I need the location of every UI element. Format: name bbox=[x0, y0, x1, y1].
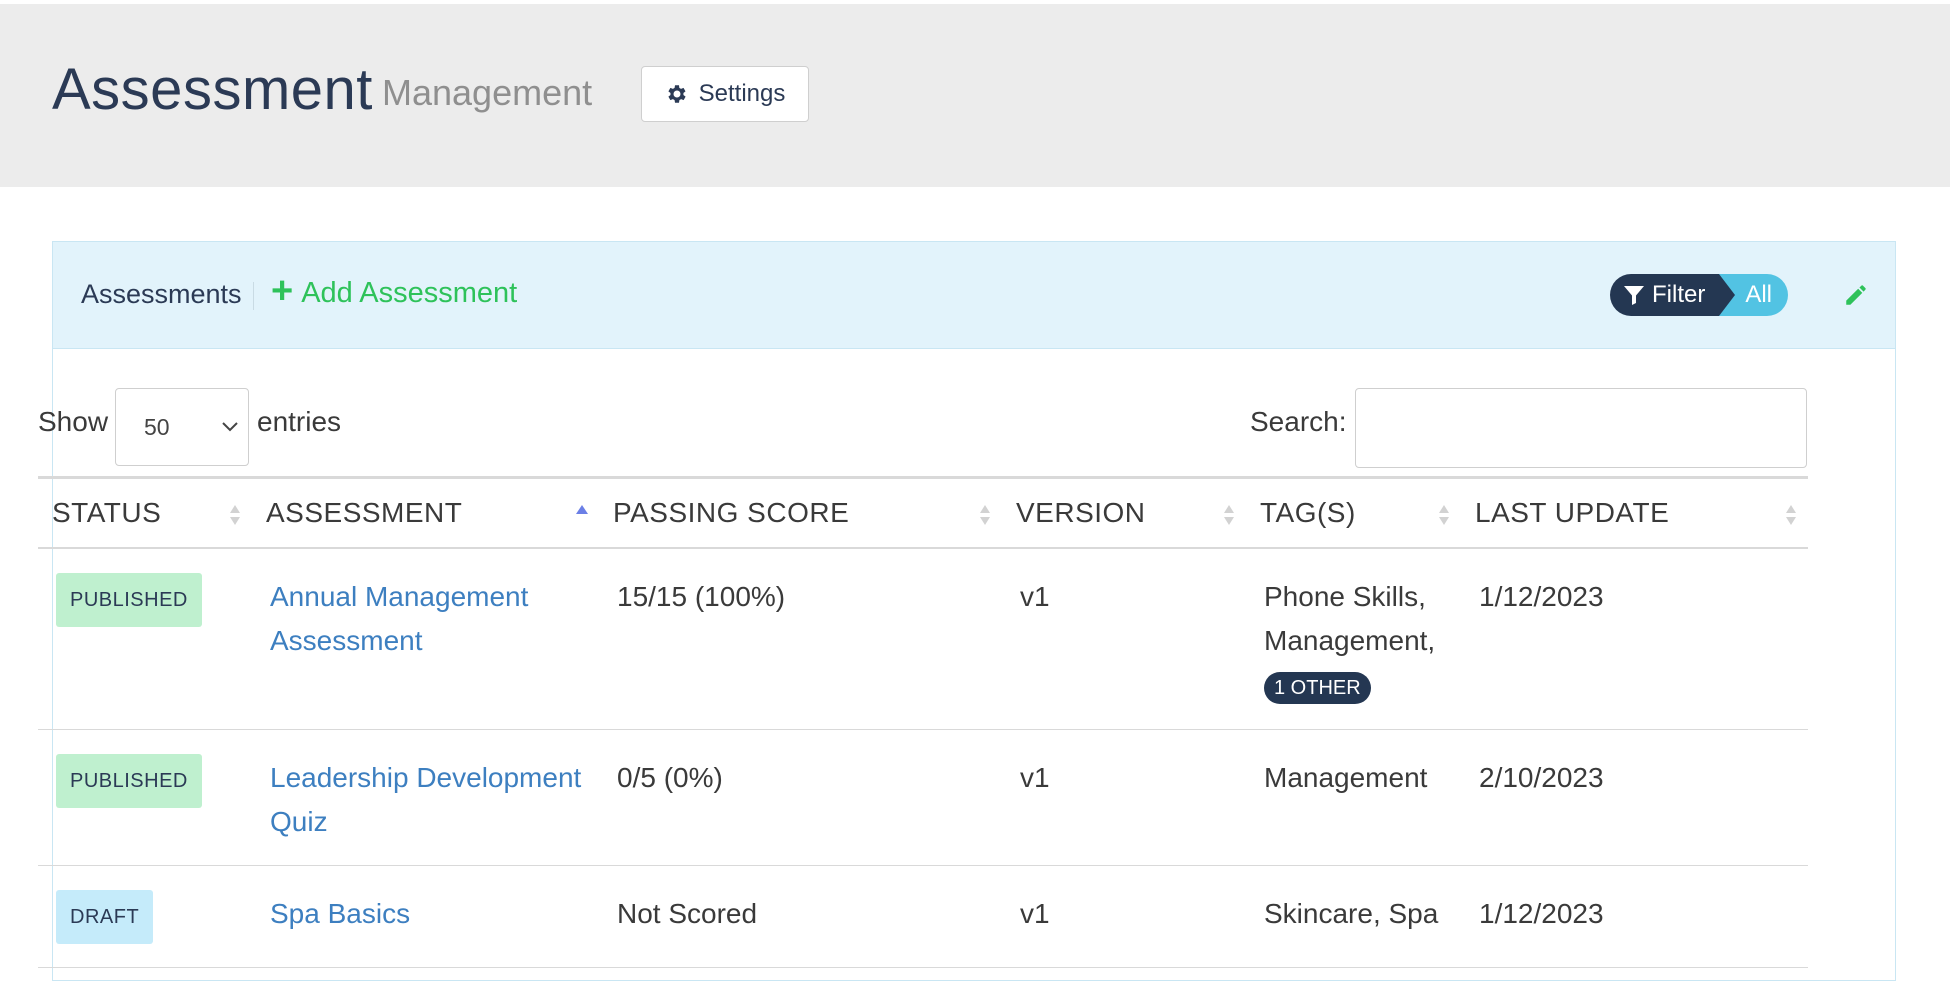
assessment-link[interactable]: Spa Basics bbox=[270, 898, 410, 929]
sort-arrows-icon bbox=[1439, 505, 1449, 525]
show-label: Show bbox=[38, 406, 109, 437]
sort-ascending-icon bbox=[576, 505, 588, 514]
column-header-status[interactable]: STATUS bbox=[38, 476, 252, 549]
sort-arrows-icon bbox=[1786, 505, 1796, 525]
assessment-cell: Spa Basics bbox=[252, 865, 599, 968]
status-cell: DRAFT bbox=[38, 865, 252, 968]
page-length-select[interactable]: 50 bbox=[115, 388, 249, 466]
add-assessment-label: Add Assessment bbox=[301, 277, 518, 309]
tags-text: Phone Skills, Management, bbox=[1264, 580, 1436, 656]
sort-arrows-icon bbox=[1224, 505, 1234, 525]
column-label: ASSESSMENT bbox=[266, 496, 463, 528]
filter-value: All bbox=[1745, 281, 1773, 308]
table-row: PUBLISHED Leadership Development Quiz 0/… bbox=[38, 729, 1808, 866]
column-label: VERSION bbox=[1016, 496, 1146, 528]
column-header-version[interactable]: VERSION bbox=[1002, 476, 1246, 549]
version-cell: v1 bbox=[1002, 547, 1246, 730]
last-update-cell: 1/12/2023 bbox=[1461, 865, 1808, 968]
filter-label: Filter bbox=[1652, 281, 1706, 308]
sort-arrows-icon bbox=[980, 505, 990, 525]
header-divider bbox=[253, 282, 254, 310]
passing-score-cell: 15/15 (100%) bbox=[599, 547, 1002, 730]
assessment-link[interactable]: Leadership Development Quiz bbox=[270, 762, 581, 837]
search-label: Search: bbox=[1250, 406, 1347, 437]
filter-toggle[interactable]: Filter All bbox=[1610, 274, 1789, 316]
assessment-cell: Leadership Development Quiz bbox=[252, 729, 599, 866]
table-header-row: STATUS ASSESSMENT PASSING SCORE VERSION … bbox=[38, 476, 1808, 549]
chevron-down-icon bbox=[222, 422, 238, 432]
status-badge: DRAFT bbox=[56, 890, 154, 944]
passing-score-cell: Not Scored bbox=[599, 865, 1002, 968]
status-cell: PUBLISHED bbox=[38, 547, 252, 730]
status-cell: PUBLISHED bbox=[38, 729, 252, 866]
assessments-table: STATUS ASSESSMENT PASSING SCORE VERSION … bbox=[38, 476, 1808, 968]
add-assessment-button[interactable]: + Add Assessment bbox=[271, 270, 518, 312]
plus-icon: + bbox=[271, 270, 294, 312]
panel-title: Assessments bbox=[81, 279, 242, 309]
column-header-assessment[interactable]: ASSESSMENT bbox=[252, 476, 599, 549]
table-row: PUBLISHED Annual Management Assessment 1… bbox=[38, 547, 1808, 730]
version-cell: v1 bbox=[1002, 729, 1246, 866]
column-label: TAG(S) bbox=[1260, 496, 1356, 528]
search-input[interactable] bbox=[1355, 388, 1807, 468]
last-update-cell: 2/10/2023 bbox=[1461, 729, 1808, 866]
tags-cell: Management bbox=[1246, 729, 1461, 866]
last-update-cell: 1/12/2023 bbox=[1461, 547, 1808, 730]
settings-label: Settings bbox=[698, 80, 786, 107]
funnel-icon bbox=[1624, 286, 1644, 305]
page-subtitle: Management bbox=[382, 72, 593, 113]
page-length-value: 50 bbox=[144, 413, 170, 440]
version-cell: v1 bbox=[1002, 865, 1246, 968]
sort-arrows-icon bbox=[230, 505, 240, 525]
settings-button[interactable]: Settings bbox=[641, 66, 809, 122]
more-tags-badge[interactable]: 1 OTHER bbox=[1264, 671, 1371, 704]
column-header-passing-score[interactable]: PASSING SCORE bbox=[599, 476, 1002, 549]
column-label: LAST UPDATE bbox=[1475, 496, 1670, 528]
status-badge: PUBLISHED bbox=[56, 572, 202, 627]
column-label: PASSING SCORE bbox=[613, 496, 850, 528]
passing-score-cell: 0/5 (0%) bbox=[599, 729, 1002, 866]
column-header-last-update[interactable]: LAST UPDATE bbox=[1461, 476, 1808, 549]
gear-icon bbox=[668, 85, 686, 103]
panel-header: Assessments + Add Assessment Filter All bbox=[53, 242, 1895, 349]
assessment-link[interactable]: Annual Management Assessment bbox=[270, 581, 528, 656]
filter-button[interactable]: Filter bbox=[1610, 274, 1736, 316]
status-badge: PUBLISHED bbox=[56, 754, 202, 808]
entries-label: entries bbox=[257, 406, 342, 437]
page-title: Assessment bbox=[52, 57, 373, 122]
tags-cell: Phone Skills, Management, 1 OTHER bbox=[1246, 547, 1461, 730]
column-header-tags[interactable]: TAG(S) bbox=[1246, 476, 1461, 549]
pencil-icon[interactable] bbox=[1843, 282, 1869, 308]
tags-cell: Skincare, Spa bbox=[1246, 865, 1461, 968]
column-label: STATUS bbox=[52, 496, 162, 528]
table-row: DRAFT Spa Basics Not Scored v1 Skincare,… bbox=[38, 865, 1808, 968]
assessment-cell: Annual Management Assessment bbox=[252, 547, 599, 730]
